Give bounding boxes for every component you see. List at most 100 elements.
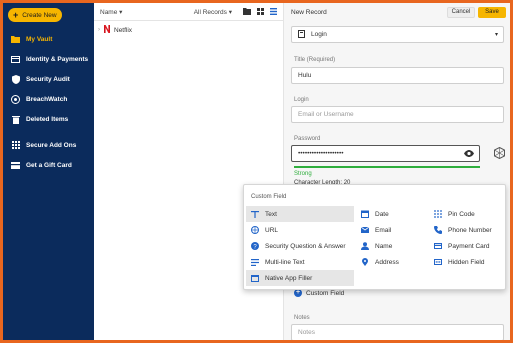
menu-item-address[interactable]: Address: [356, 254, 428, 270]
editor-header: New Record Cancel Save: [284, 3, 510, 21]
custom-field-menu-title: Custom Field: [251, 194, 287, 200]
plus-circle-icon: +: [294, 289, 302, 297]
password-value: ••••••••••••••••••••: [298, 150, 344, 157]
grid-icon: [11, 141, 20, 150]
menu-item-hidden-field[interactable]: Hidden Field: [429, 254, 505, 270]
trash-icon: [11, 115, 20, 124]
menu-item-name[interactable]: Name: [356, 238, 428, 254]
password-field[interactable]: ••••••••••••••••••••: [291, 145, 480, 162]
map-pin-icon: [361, 258, 369, 266]
sidebar-item-gift-card[interactable]: Get a Gift Card: [3, 155, 94, 175]
menu-item-label: Security Question & Answer: [265, 242, 346, 250]
sidebar-item-security-audit[interactable]: Security Audit: [3, 69, 94, 89]
sidebar-item-secure-add-ons[interactable]: Secure Add Ons: [3, 135, 94, 155]
folder-icon: [11, 35, 20, 44]
menu-item-label: Payment Card: [448, 242, 490, 250]
password-label: Password: [294, 136, 321, 142]
eye-icon[interactable]: [464, 150, 474, 159]
login-label: Login: [294, 97, 309, 103]
sidebar-item-breachwatch[interactable]: BreachWatch: [3, 89, 94, 109]
app-window: + Create New My Vault Identity & Payment…: [3, 3, 510, 340]
menu-item-label: Native App Filler: [265, 274, 313, 282]
list-header: Name ▾ All Records ▾: [94, 3, 283, 21]
menu-item-label: Email: [375, 226, 392, 234]
menu-item-label: Name: [375, 242, 393, 250]
add-custom-field-button[interactable]: + Custom Field: [294, 289, 344, 297]
text-icon: [251, 210, 259, 218]
radar-icon: [11, 94, 20, 104]
password-strength-bar: [294, 166, 480, 168]
sort-by-name-button[interactable]: Name ▾: [100, 8, 194, 16]
cancel-button[interactable]: Cancel: [447, 6, 475, 18]
custom-field-column-2: Date Email Name Address: [356, 206, 428, 270]
record-type-select[interactable]: Login ▾: [291, 26, 504, 43]
menu-item-label: Pin Code: [448, 210, 475, 218]
menu-item-url[interactable]: URL: [246, 222, 354, 238]
menu-item-phone-number[interactable]: Phone Number: [429, 222, 505, 238]
sidebar-item-label: Identity & Payments: [26, 55, 89, 63]
phone-icon: [434, 226, 442, 234]
sidebar-item-label: Get a Gift Card: [26, 161, 72, 169]
custom-field-column-3: Pin Code Phone Number Payment Card Hidde…: [429, 206, 505, 270]
hidden-field-icon: [434, 258, 442, 266]
menu-item-label: Hidden Field: [448, 258, 485, 266]
title-label: Title (Required): [294, 57, 336, 63]
menu-item-pin-code[interactable]: Pin Code: [429, 206, 505, 222]
sidebar-item-label: BreachWatch: [26, 95, 68, 103]
app-window-icon: [251, 274, 259, 282]
notes-label: Notes: [294, 315, 310, 321]
menu-item-multiline-text[interactable]: Multi-line Text: [246, 254, 354, 270]
chevron-right-icon: ›: [98, 27, 100, 33]
sidebar-item-label: Security Audit: [26, 75, 70, 83]
multiline-icon: [251, 258, 259, 266]
sidebar-nav: My Vault Identity & Payments Security Au…: [3, 29, 94, 175]
menu-item-label: Phone Number: [448, 226, 492, 234]
password-strength-label: Strong: [294, 171, 312, 177]
login-icon: [298, 29, 305, 40]
list-item[interactable]: › Netflix: [94, 21, 283, 39]
menu-item-label: Multi-line Text: [265, 258, 305, 266]
sidebar-item-deleted-items[interactable]: Deleted Items: [3, 109, 94, 129]
sidebar-item-identity-payments[interactable]: Identity & Payments: [3, 49, 94, 69]
menu-item-native-app-filler[interactable]: Native App Filler: [246, 270, 354, 286]
notes-placeholder: Notes: [298, 329, 315, 336]
create-new-button[interactable]: + Create New: [8, 8, 62, 22]
login-field[interactable]: Email or Username: [291, 106, 504, 123]
folder-view-icon[interactable]: [243, 8, 251, 16]
menu-item-label: URL: [265, 226, 279, 234]
sidebar-item-my-vault[interactable]: My Vault: [3, 29, 94, 49]
menu-item-security-question[interactable]: ? Security Question & Answer: [246, 238, 354, 254]
notes-field[interactable]: Notes: [291, 324, 504, 340]
create-new-label: Create New: [22, 11, 57, 19]
question-icon: ?: [251, 242, 259, 250]
menu-item-payment-card[interactable]: Payment Card: [429, 238, 505, 254]
title-value: Hulu: [298, 72, 312, 79]
id-card-icon: [11, 55, 20, 64]
menu-item-email[interactable]: Email: [356, 222, 428, 238]
envelope-icon: [361, 226, 369, 234]
calendar-icon: [361, 210, 369, 218]
menu-item-text[interactable]: Text: [246, 206, 354, 222]
records-filter-dropdown[interactable]: All Records ▾: [194, 8, 232, 16]
menu-item-label: Text: [265, 210, 277, 218]
save-button[interactable]: Save: [478, 6, 506, 18]
chevron-down-icon: ▾: [494, 32, 498, 38]
sidebar: + Create New My Vault Identity & Payment…: [3, 3, 94, 340]
record-type-value: Login: [311, 31, 327, 38]
grid-view-icon[interactable]: [256, 8, 264, 16]
plus-icon: +: [13, 9, 19, 20]
title-field[interactable]: Hulu: [291, 67, 504, 84]
list-view-icon[interactable]: [269, 8, 277, 16]
sidebar-item-label: Secure Add Ons: [26, 141, 77, 149]
globe-icon: [251, 226, 259, 234]
custom-field-label: Custom Field: [306, 289, 345, 297]
gift-card-icon: [11, 161, 20, 170]
shield-icon: [11, 74, 20, 84]
custom-field-column-1: Text URL ? Security Question & Answer Mu…: [246, 206, 354, 286]
keypad-icon: [434, 210, 442, 218]
password-generator-icon[interactable]: [494, 146, 505, 161]
credit-card-icon: [434, 242, 442, 250]
editor-title: New Record: [291, 8, 327, 16]
login-placeholder: Email or Username: [298, 111, 354, 118]
menu-item-date[interactable]: Date: [356, 206, 428, 222]
